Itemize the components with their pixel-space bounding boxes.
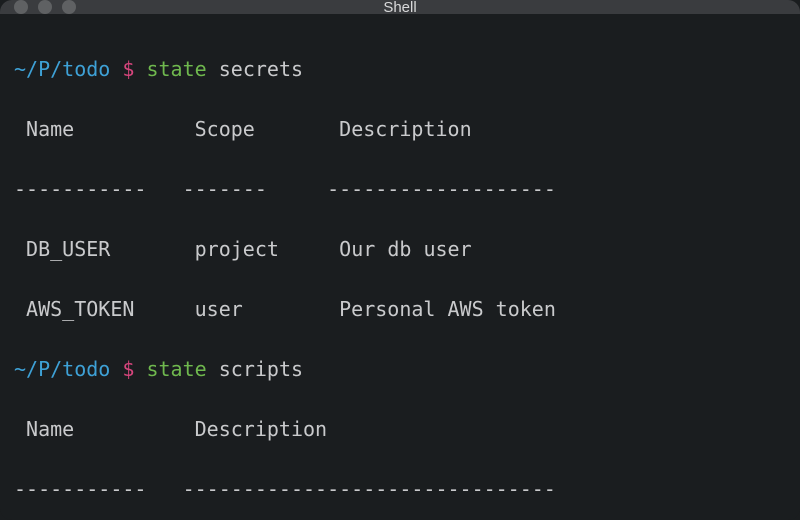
- prompt-line: ~/P/todo $ state scripts: [14, 354, 786, 384]
- command-exec: state: [146, 357, 206, 381]
- col-scope: Scope: [195, 117, 255, 141]
- command-args: scripts: [219, 357, 303, 381]
- prompt-path: ~/P/todo: [14, 357, 110, 381]
- table-rule: ----------- ------- -------------------: [14, 174, 786, 204]
- table-rule: ----------- ----------------------------…: [14, 474, 786, 504]
- prompt-symbol: $: [122, 357, 134, 381]
- minimize-icon[interactable]: [38, 0, 52, 14]
- command-exec: state: [146, 57, 206, 81]
- table-row: DB_USER project Our db user: [14, 234, 786, 264]
- col-desc: Description: [195, 417, 327, 441]
- col-name: Name: [26, 417, 74, 441]
- terminal-body[interactable]: ~/P/todo $ state secrets Name Scope Desc…: [0, 14, 800, 520]
- table-header-row: Name Scope Description: [14, 114, 786, 144]
- window-controls: [14, 0, 76, 14]
- secret-desc: Our db user: [339, 237, 471, 261]
- col-desc: Description: [339, 117, 471, 141]
- window-title: Shell: [0, 0, 800, 16]
- secret-name: AWS_TOKEN: [26, 297, 134, 321]
- command-args: secrets: [219, 57, 303, 81]
- secret-name: DB_USER: [26, 237, 110, 261]
- prompt-line: ~/P/todo $ state secrets: [14, 54, 786, 84]
- prompt-symbol: $: [122, 57, 134, 81]
- prompt-path: ~/P/todo: [14, 57, 110, 81]
- secret-scope: user: [195, 297, 243, 321]
- maximize-icon[interactable]: [62, 0, 76, 14]
- secret-desc: Personal AWS token: [339, 297, 556, 321]
- secret-scope: project: [195, 237, 279, 261]
- terminal-window: Shell ~/P/todo $ state secrets Name Scop…: [0, 0, 800, 520]
- table-header-row: Name Description: [14, 414, 786, 444]
- col-name: Name: [26, 117, 74, 141]
- close-icon[interactable]: [14, 0, 28, 14]
- table-row: AWS_TOKEN user Personal AWS token: [14, 294, 786, 324]
- titlebar: Shell: [0, 0, 800, 14]
